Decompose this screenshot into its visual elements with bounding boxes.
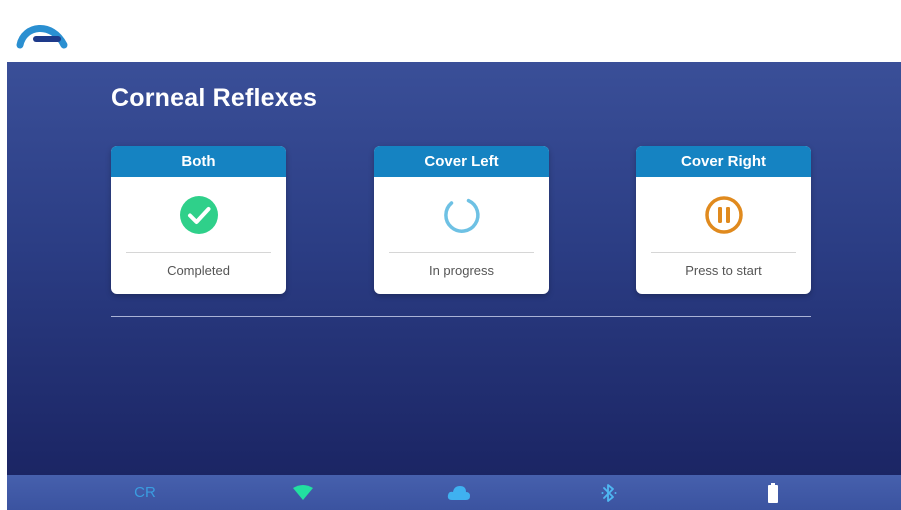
card-status: Press to start (685, 263, 762, 278)
card-title: Cover Right (636, 146, 811, 177)
card-cover-left[interactable]: Cover Left In progress (374, 146, 549, 294)
check-circle-icon (179, 196, 218, 234)
card-status: Completed (167, 263, 230, 278)
page-title: Corneal Reflexes (111, 84, 318, 112)
card-title: Cover Left (374, 146, 549, 177)
top-bar (0, 0, 901, 62)
card-status: In progress (428, 263, 495, 278)
status-label: CR (134, 484, 156, 501)
card-cover-right[interactable]: Cover Right Press to start (636, 146, 811, 294)
bluetooth-icon (599, 475, 619, 510)
pause-circle-icon (704, 196, 743, 234)
main-panel: Corneal Reflexes Both Completed Cover Le… (7, 62, 901, 475)
card-title: Both (111, 146, 286, 177)
status-bar: CR (7, 475, 901, 510)
loading-spinner-icon (443, 198, 480, 233)
cloud-icon (446, 475, 472, 510)
section-divider (111, 316, 811, 317)
card-both[interactable]: Both Completed (111, 146, 286, 294)
card-divider (126, 252, 271, 253)
wifi-icon (291, 475, 315, 510)
app-logo-icon (16, 25, 68, 49)
battery-icon (765, 475, 781, 510)
card-divider (651, 252, 796, 253)
status-cr-label: CR (125, 475, 165, 510)
card-divider (389, 252, 534, 253)
